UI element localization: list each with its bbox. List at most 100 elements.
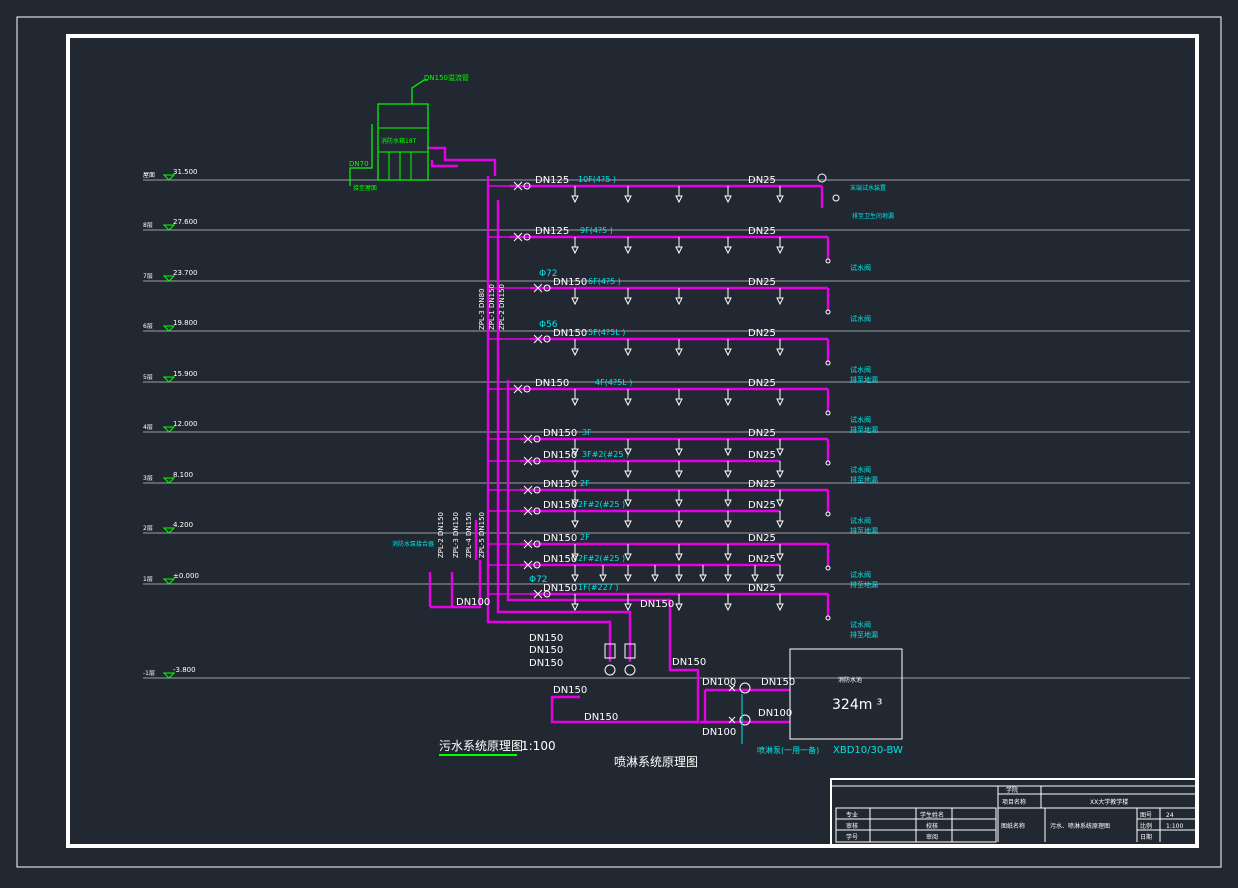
sprinkler-head-icon bbox=[751, 574, 759, 583]
sprinkler-head-icon bbox=[675, 448, 683, 457]
level-floor-label: 4层 bbox=[143, 424, 153, 431]
tb-checker: 校核 bbox=[926, 822, 938, 830]
sprinkler-head-icon bbox=[699, 574, 707, 583]
drain-label: 排至地漏 bbox=[850, 580, 878, 589]
sprinkler-head-icon bbox=[724, 520, 732, 529]
fire-pool bbox=[789, 648, 903, 740]
branch-end-size: DN25 bbox=[748, 226, 776, 237]
tank-body-label: 消防水箱18T bbox=[381, 137, 417, 145]
sprinkler-head-icon bbox=[724, 603, 732, 612]
pump-model-label: XBD10/30-BW bbox=[833, 745, 903, 756]
tb-project-name: XX大学教学楼 bbox=[1090, 798, 1128, 806]
tb-drawing-name-label: 图纸名称 bbox=[1001, 822, 1025, 830]
sprinkler-head-icon bbox=[571, 348, 579, 357]
drain-label: 排至地漏 bbox=[850, 630, 878, 639]
test-valve-icon bbox=[825, 309, 831, 315]
branch-zone-label: 2F bbox=[580, 533, 590, 542]
branch-zone-label: 2F#2(#25 ) bbox=[578, 554, 625, 563]
branch-main-size: DN150 bbox=[553, 328, 587, 339]
sprinkler-head-icon bbox=[724, 348, 732, 357]
tb-scale-label: 比例 bbox=[1140, 822, 1152, 830]
branch-zone-label: 10F(4?5 ) bbox=[578, 175, 616, 184]
branch-end-size: DN25 bbox=[748, 378, 776, 389]
tb-sheet-no: 24 bbox=[1166, 812, 1174, 819]
sprinkler-head-icon bbox=[651, 574, 659, 583]
level-floor-label: 3层 bbox=[143, 475, 153, 482]
captions: 污水系统原理图 1:100 喷淋系统原理图 bbox=[439, 739, 698, 769]
tb-date-label: 日期 bbox=[1140, 833, 1152, 841]
tb-major: 专业 bbox=[846, 811, 858, 819]
tank-drain-label: 接至屋面 bbox=[353, 184, 377, 192]
sprinkler-head-icon bbox=[724, 448, 732, 457]
branch-end-size: DN25 bbox=[748, 175, 776, 186]
level-floor-label: -1层 bbox=[143, 670, 155, 677]
branch-end-size: DN25 bbox=[748, 479, 776, 490]
test-valve-icon bbox=[825, 615, 831, 621]
connector-size-label: DN100 bbox=[456, 597, 490, 608]
sprinkler-head-icon bbox=[776, 348, 784, 357]
tb-drawer: 审阅 bbox=[926, 833, 938, 841]
branch-zone-label: 1F(#227 ) bbox=[578, 583, 618, 592]
orifice-plate-label: Φ72 bbox=[529, 575, 548, 585]
tb-drawing-name: 污水、喷淋系统原理图 bbox=[1050, 822, 1110, 830]
sprinkler-head-icon bbox=[571, 574, 579, 583]
level-elevation-label: 27.600 bbox=[173, 218, 198, 226]
sprinkler-head-icon bbox=[675, 520, 683, 529]
branch-zone-label: 2F#2(#25 ) bbox=[578, 500, 625, 509]
fire-pool-label: 消防水池 bbox=[838, 676, 862, 684]
level-floor-label: 2层 bbox=[143, 525, 153, 532]
bottom-riser-tag-1: ZPL-2 DN150 bbox=[437, 512, 445, 558]
pump-dn150-c: DN150 bbox=[529, 645, 563, 656]
orifice-plate-label: Φ56 bbox=[539, 320, 558, 330]
level-floor-label: 屋面 bbox=[143, 172, 155, 179]
branch-end-size: DN25 bbox=[748, 428, 776, 439]
sewage-caption: 污水系统原理图 bbox=[439, 739, 523, 753]
sprinkler-head-icon bbox=[599, 574, 607, 583]
branch-end-size: DN25 bbox=[748, 450, 776, 461]
branch-main-size: DN150 bbox=[543, 500, 577, 511]
branch-main-size: DN150 bbox=[543, 428, 577, 439]
tank-inlet-label: DN70 bbox=[349, 160, 369, 168]
branch-main-size: DN150 bbox=[543, 533, 577, 544]
sprinkler-head-icon bbox=[624, 246, 632, 255]
sprinkler-head-icon bbox=[675, 574, 683, 583]
sprinkler-head-icon bbox=[571, 603, 579, 612]
fire-pool-volume: 324m ³ bbox=[832, 697, 882, 713]
sprinkler-head-icon bbox=[624, 195, 632, 204]
pump-dn150-out: DN150 bbox=[761, 677, 795, 688]
pump-dn150-e: DN150 bbox=[672, 657, 706, 668]
branch-main-size: DN150 bbox=[543, 583, 577, 594]
sprinkler-head-icon bbox=[675, 348, 683, 357]
pressure-gauge-icon bbox=[604, 664, 616, 676]
test-valve-label: 试水阀 bbox=[850, 415, 871, 424]
level-floor-label: 5层 bbox=[143, 374, 153, 381]
sprinkler-head-icon bbox=[776, 603, 784, 612]
tank-outlet-pipe bbox=[427, 146, 497, 176]
branch-end-size: DN25 bbox=[748, 328, 776, 339]
pump-dn100-a: DN100 bbox=[702, 677, 736, 688]
sprinkler-head-icon bbox=[776, 246, 784, 255]
test-valve-icon bbox=[825, 460, 831, 466]
sprinkler-head-icon bbox=[724, 574, 732, 583]
test-valve-label: 试水阀 bbox=[850, 570, 871, 579]
test-valve-label: 试水阀 bbox=[850, 620, 871, 629]
tb-scale: 1:100 bbox=[1166, 823, 1183, 830]
sprinkler-head-icon bbox=[724, 470, 732, 479]
sprinkler-head-icon bbox=[776, 553, 784, 562]
branch-zone-label: 5F(4?5L ) bbox=[588, 328, 625, 337]
level-elevation-label: 8.100 bbox=[173, 471, 193, 479]
sprinkler-head-icon bbox=[724, 297, 732, 306]
test-valve-label: 试水阀 bbox=[850, 465, 871, 474]
sprinkler-head-icon bbox=[624, 297, 632, 306]
riser-tag-2: ZPL-1 DN150 bbox=[488, 284, 496, 330]
branch-zone-label: 3F#2(#25 ) bbox=[582, 450, 629, 459]
sprinkler-head-icon bbox=[776, 470, 784, 479]
secondary-riser bbox=[506, 380, 700, 724]
branch-zone-label: 9F(4?5 ) bbox=[580, 226, 613, 235]
pump-dn150-a: DN150 bbox=[640, 599, 674, 610]
sprinkler-head-icon bbox=[571, 297, 579, 306]
sprinkler-head-icon bbox=[776, 574, 784, 583]
sprinkler-head-icon bbox=[675, 553, 683, 562]
test-valve-icon bbox=[825, 360, 831, 366]
sprinkler-head-icon bbox=[624, 603, 632, 612]
